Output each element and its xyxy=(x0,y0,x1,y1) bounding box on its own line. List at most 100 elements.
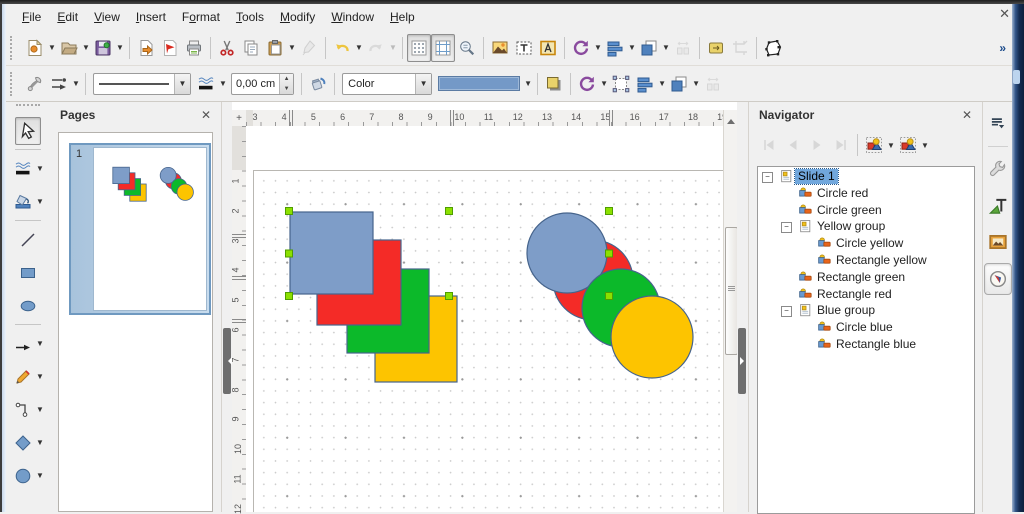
chevron-down-icon[interactable]: ▼ xyxy=(35,368,45,386)
selection-handle[interactable] xyxy=(445,292,453,300)
undo-button[interactable] xyxy=(330,34,354,62)
circle-yellow[interactable] xyxy=(610,295,694,379)
tab-styles[interactable] xyxy=(985,191,1011,221)
curve-button[interactable] xyxy=(11,363,35,391)
chevron-down-icon[interactable]: ▼ xyxy=(47,35,57,61)
edit-points-button[interactable] xyxy=(23,70,47,98)
align-objects-button[interactable] xyxy=(603,34,627,62)
tree-collapse-icon[interactable]: − xyxy=(781,306,792,318)
align-objects-button[interactable] xyxy=(633,70,657,98)
chevron-down-icon[interactable]: ▼ xyxy=(657,71,667,97)
toggle-point-edit-mode-button[interactable] xyxy=(761,34,785,62)
tree-item-rectangle-green[interactable]: Rectangle green xyxy=(814,270,908,285)
chevron-down-icon[interactable]: ▼ xyxy=(691,71,701,97)
insert-line-button[interactable] xyxy=(16,226,40,254)
scroll-up-icon[interactable] xyxy=(727,115,735,124)
fontwork-button[interactable] xyxy=(536,34,560,62)
chevron-down-icon[interactable]: ▼ xyxy=(593,35,603,61)
tree-item-blue-group[interactable]: Blue group xyxy=(814,303,878,318)
toolbar-grip[interactable] xyxy=(10,35,17,60)
rotate-button[interactable] xyxy=(569,34,593,62)
navigator-tree[interactable]: − Slide 1 Circle red Circle green − Yellow gr… xyxy=(757,166,975,514)
tree-item-yellow-group[interactable]: Yellow group xyxy=(814,219,888,234)
basic-shapes-button[interactable] xyxy=(11,429,35,457)
rectangle-button[interactable] xyxy=(16,259,40,287)
export-button[interactable] xyxy=(134,34,158,62)
chevron-down-icon[interactable]: ▼ xyxy=(115,35,125,61)
toolbar-grip[interactable] xyxy=(10,71,17,96)
vertical-ruler[interactable]: 1 2 3 4 5 6 7 8 9 10 11 12 xyxy=(231,126,247,514)
shadow-button[interactable] xyxy=(542,70,566,98)
page-thumbnail[interactable]: 1 xyxy=(69,143,211,315)
tree-item-circle-yellow[interactable]: Circle yellow xyxy=(833,236,906,251)
drag-mode-button[interactable] xyxy=(862,131,886,159)
chevron-down-icon[interactable]: ▼ xyxy=(627,35,637,61)
sidebar-settings[interactable] xyxy=(985,108,1011,138)
position-and-size-button[interactable] xyxy=(609,70,633,98)
line-attributes-button[interactable] xyxy=(11,155,35,183)
chevron-down-icon[interactable]: ▼ xyxy=(415,73,432,94)
tree-item-slide-1[interactable]: Slide 1 xyxy=(794,168,839,185)
tree-collapse-icon[interactable]: − xyxy=(781,222,792,234)
display-grid-button[interactable] xyxy=(407,33,431,62)
menu-window[interactable]: Window xyxy=(323,6,382,28)
menu-insert[interactable]: Insert xyxy=(128,6,174,28)
rectangle-blue[interactable] xyxy=(289,211,374,295)
horizontal-ruler[interactable]: 345678910111213141516171819 xyxy=(246,110,727,127)
menu-help[interactable]: Help xyxy=(382,6,423,28)
paste-button[interactable] xyxy=(263,34,287,62)
open-button[interactable] xyxy=(57,34,81,62)
chevron-down-icon[interactable]: ▼ xyxy=(81,35,91,61)
selection-handle[interactable] xyxy=(445,207,453,215)
menu-tools[interactable]: Tools xyxy=(228,6,272,28)
line-style-select[interactable]: ▼ xyxy=(93,72,191,95)
save-button[interactable] xyxy=(91,34,115,62)
area-style-select[interactable]: Color ▼ xyxy=(342,72,433,95)
menu-edit[interactable]: Edit xyxy=(49,6,86,28)
tree-item-circle-blue[interactable]: Circle blue xyxy=(833,320,896,335)
toolbar-overflow-icon[interactable]: » xyxy=(999,41,1006,55)
chevron-down-icon[interactable]: ▼ xyxy=(71,71,81,97)
arrange-button[interactable] xyxy=(637,34,661,62)
menu-format[interactable]: Format xyxy=(174,6,228,28)
selection-handle[interactable] xyxy=(605,292,613,300)
menu-view[interactable]: View xyxy=(86,6,128,28)
lines-and-arrows-button[interactable] xyxy=(11,330,35,358)
tree-item-rectangle-yellow[interactable]: Rectangle yellow xyxy=(833,253,930,268)
helplines-while-moving-button[interactable] xyxy=(431,33,455,62)
shapes-filter-button[interactable] xyxy=(896,131,920,159)
toolbar-grip[interactable] xyxy=(16,104,40,111)
chevron-down-icon[interactable]: ▼ xyxy=(599,71,609,97)
line-dialog-button[interactable] xyxy=(194,70,218,98)
insert-image-button[interactable] xyxy=(488,34,512,62)
connector-button[interactable] xyxy=(11,396,35,424)
pages-splitter[interactable] xyxy=(222,102,232,512)
tab-gallery[interactable] xyxy=(985,227,1011,257)
canvas-vertical-scrollbar[interactable] xyxy=(723,110,738,512)
print-button[interactable] xyxy=(182,34,206,62)
tree-item-circle-green[interactable]: Circle green xyxy=(814,203,885,218)
tab-navigator[interactable] xyxy=(983,263,1012,295)
tree-item-circle-red[interactable]: Circle red xyxy=(814,186,871,201)
selection-handle[interactable] xyxy=(605,207,613,215)
tree-collapse-icon[interactable]: − xyxy=(762,172,773,183)
symbol-shapes-button[interactable] xyxy=(11,462,35,490)
chevron-down-icon[interactable]: ▼ xyxy=(35,193,45,211)
line-color-button[interactable] xyxy=(306,70,330,98)
arrow-style-button[interactable] xyxy=(47,70,71,98)
chevron-down-icon[interactable]: ▼ xyxy=(35,434,45,452)
chevron-down-icon[interactable]: ▼ xyxy=(388,35,398,61)
chevron-down-icon[interactable]: ▼ xyxy=(661,35,671,61)
spin-down-icon[interactable]: ▼ xyxy=(280,84,293,94)
copy-button[interactable] xyxy=(239,34,263,62)
chevron-down-icon[interactable]: ▼ xyxy=(354,35,364,61)
selection-handle[interactable] xyxy=(285,249,293,258)
line-width-value[interactable]: 0,00 cm xyxy=(232,78,279,90)
pages-panel-close-icon[interactable]: ✕ xyxy=(201,108,211,122)
chevron-down-icon[interactable]: ▼ xyxy=(886,132,896,158)
chevron-down-icon[interactable]: ▼ xyxy=(287,35,297,61)
ellipse-button[interactable] xyxy=(16,292,40,320)
chevron-down-icon[interactable]: ▼ xyxy=(523,71,533,97)
chevron-down-icon[interactable]: ▼ xyxy=(35,467,45,485)
zoom-button[interactable] xyxy=(455,34,479,62)
